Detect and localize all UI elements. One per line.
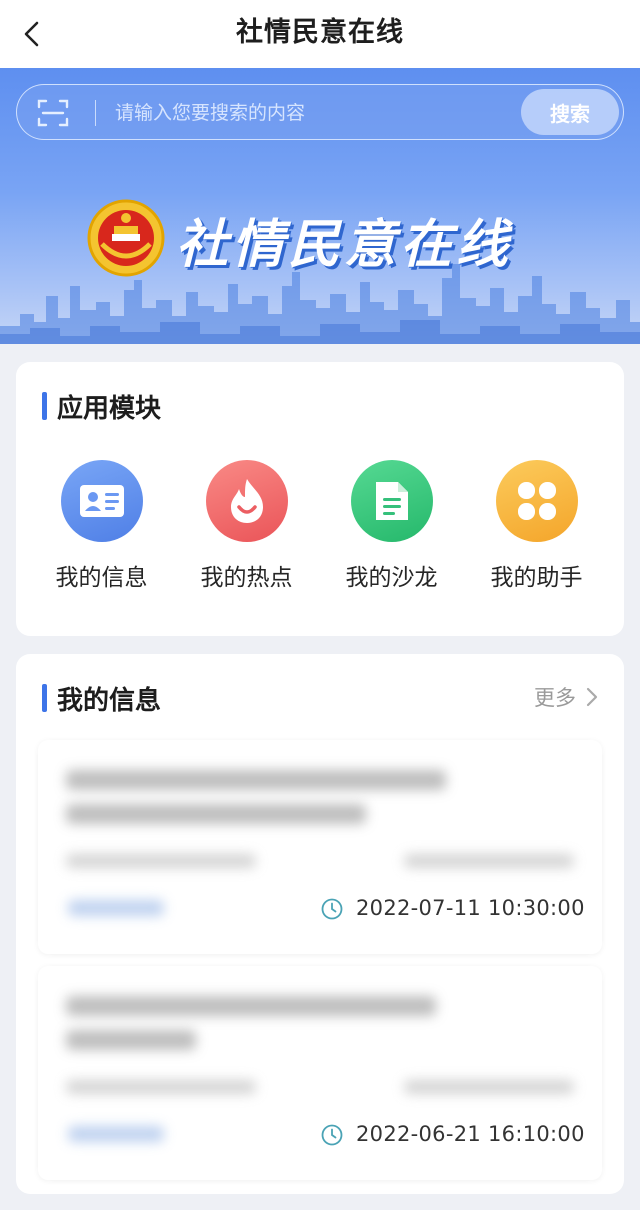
blurred-text — [66, 804, 366, 824]
module-my-assistant[interactable]: 我的助手 — [464, 460, 609, 592]
hero-banner: 搜索 社情民意在线 — [0, 68, 640, 344]
my-info-card: 我的信息 更多 2022-07-11 10:30:00 2022-06-21 1… — [16, 654, 624, 1194]
module-my-salon[interactable]: 我的沙龙 — [319, 460, 464, 592]
module-label: 我的信息 — [55, 565, 148, 591]
blurred-text — [66, 854, 256, 868]
more-link[interactable]: 更多 — [534, 682, 598, 712]
modules-grid: 我的信息 我的热点 我的沙龙 我的助手 — [16, 460, 624, 592]
chevron-right-icon — [586, 687, 598, 707]
item-date: 2022-07-11 10:30:00 — [356, 896, 585, 920]
search-input[interactable] — [103, 93, 523, 133]
info-title: 我的信息 — [57, 685, 162, 716]
blurred-text — [66, 1030, 196, 1050]
page-title: 社情民意在线 — [236, 17, 404, 48]
clock-icon — [321, 1124, 343, 1146]
modules-header: 应用模块 — [42, 388, 161, 424]
clock-icon — [321, 898, 343, 920]
module-icon-circle — [205, 460, 288, 542]
grid-four-icon — [517, 482, 556, 520]
flame-icon — [230, 479, 263, 523]
modules-card: 应用模块 我的信息 我的热点 我的沙龙 我的助手 — [16, 362, 624, 636]
blurred-text — [404, 1080, 574, 1094]
section-accent-bar — [42, 392, 47, 420]
scan-icon[interactable] — [37, 98, 69, 128]
module-icon-circle — [495, 460, 578, 542]
search-bar: 搜索 — [16, 84, 624, 140]
more-label: 更多 — [534, 686, 576, 710]
module-my-hotspot[interactable]: 我的热点 — [174, 460, 319, 592]
document-icon — [375, 482, 408, 520]
module-icon-circle — [60, 460, 143, 542]
blurred-tag — [68, 900, 164, 916]
section-accent-bar — [42, 684, 47, 712]
info-list-item[interactable]: 2022-07-11 10:30:00 — [38, 740, 602, 954]
blurred-text — [66, 1080, 256, 1094]
info-list-item[interactable]: 2022-06-21 16:10:00 — [38, 966, 602, 1180]
module-label: 我的助手 — [490, 565, 583, 591]
city-skyline — [0, 264, 640, 344]
search-button[interactable]: 搜索 — [521, 89, 619, 135]
info-header: 我的信息 — [42, 680, 161, 716]
module-my-info[interactable]: 我的信息 — [29, 460, 174, 592]
blurred-text — [66, 996, 436, 1016]
blurred-text — [404, 854, 574, 868]
blurred-tag — [68, 1126, 164, 1142]
item-date: 2022-06-21 16:10:00 — [356, 1122, 585, 1146]
search-divider — [95, 100, 96, 126]
top-nav-bar: 社情民意在线 — [0, 0, 640, 68]
modules-title: 应用模块 — [57, 393, 162, 424]
id-card-icon — [79, 485, 124, 517]
module-icon-circle — [350, 460, 433, 542]
module-label: 我的热点 — [200, 565, 293, 591]
module-label: 我的沙龙 — [345, 565, 438, 591]
blurred-text — [66, 770, 446, 790]
